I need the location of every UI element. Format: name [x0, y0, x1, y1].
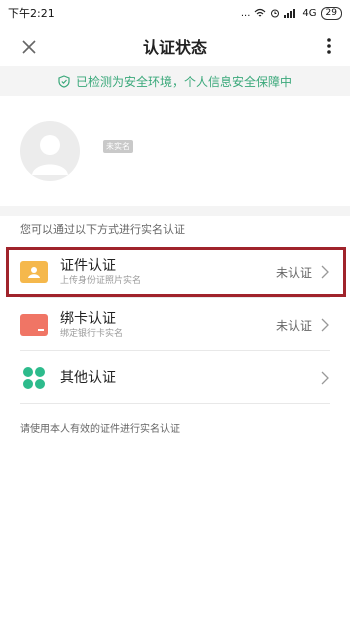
status-time: 下午2:21: [8, 7, 55, 20]
footer-note: 请使用本人有效的证件进行实名认证: [20, 424, 180, 435]
default-avatar-icon: [32, 135, 68, 175]
page-title: 认证状态: [142, 38, 207, 57]
method-bank-card[interactable]: 绑卡认证 绑定银行卡实名 未认证: [20, 299, 330, 351]
row-divider: [20, 403, 330, 404]
wifi-icon: [254, 8, 266, 17]
security-notice: 已检测为安全环境，个人信息安全保障中: [0, 66, 350, 96]
row-divider: [20, 350, 330, 351]
bank-card-icon: [20, 314, 48, 336]
highlight-box: [6, 247, 346, 297]
status-bar: 下午2:21 ... 4G 29: [0, 0, 350, 26]
methods-subtitle: 您可以通过以下方式进行实名认证: [20, 223, 185, 236]
status-icons: ... 4G 29: [240, 6, 342, 20]
signal-icon: [284, 9, 296, 18]
method-other[interactable]: 其他认证: [20, 352, 330, 404]
alarm-icon: [271, 9, 280, 18]
chevron-right-icon: [321, 371, 329, 385]
method-title: 绑卡认证: [60, 311, 116, 327]
close-icon[interactable]: [18, 36, 40, 58]
notice-text: 已检测为安全环境，个人信息安全保障中: [75, 74, 292, 89]
method-desc: 绑定银行卡实名: [60, 329, 124, 339]
unverified-badge: 未实名: [103, 140, 133, 153]
top-nav: 认证状态: [0, 26, 350, 66]
chevron-right-icon: [321, 318, 329, 332]
network-label: 4G: [302, 7, 317, 19]
method-status: 未认证: [275, 318, 312, 333]
profile-section: 未实名: [0, 96, 350, 206]
section-divider: [0, 206, 350, 216]
more-menu-icon[interactable]: [324, 36, 334, 56]
battery-indicator: 29: [320, 6, 342, 20]
shield-check-icon: [58, 74, 70, 88]
avatar: [20, 121, 80, 181]
dots-icon: [20, 367, 48, 389]
status-dots: ...: [240, 7, 251, 19]
row-divider: [20, 297, 330, 298]
method-title: 其他认证: [60, 370, 116, 386]
